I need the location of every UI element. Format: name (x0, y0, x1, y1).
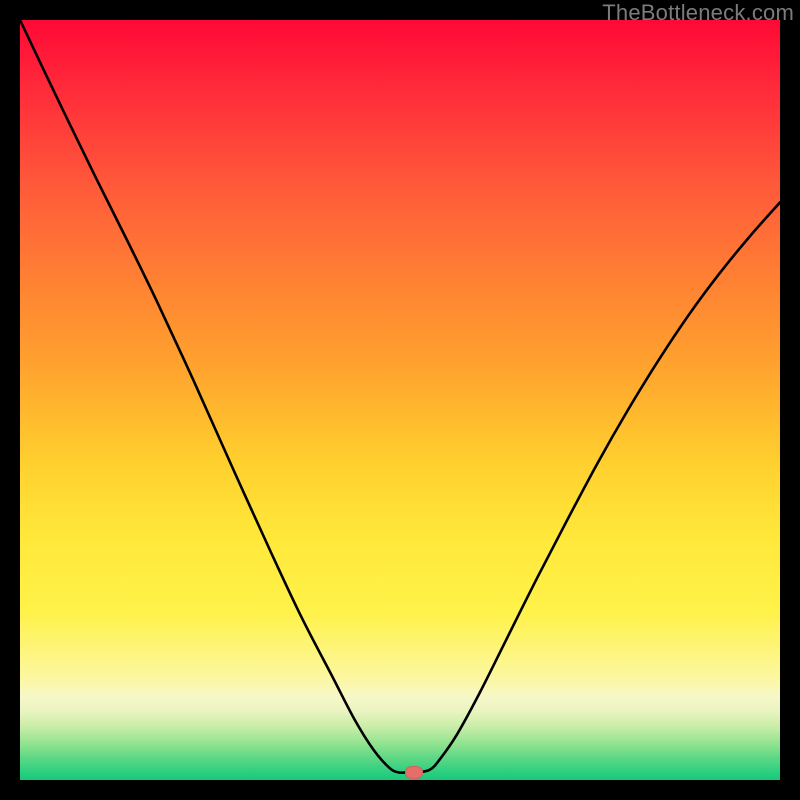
plot-area (20, 20, 780, 780)
chart-frame: TheBottleneck.com (0, 0, 800, 800)
bottleneck-curve (20, 20, 780, 780)
optimal-point-marker (405, 766, 423, 779)
